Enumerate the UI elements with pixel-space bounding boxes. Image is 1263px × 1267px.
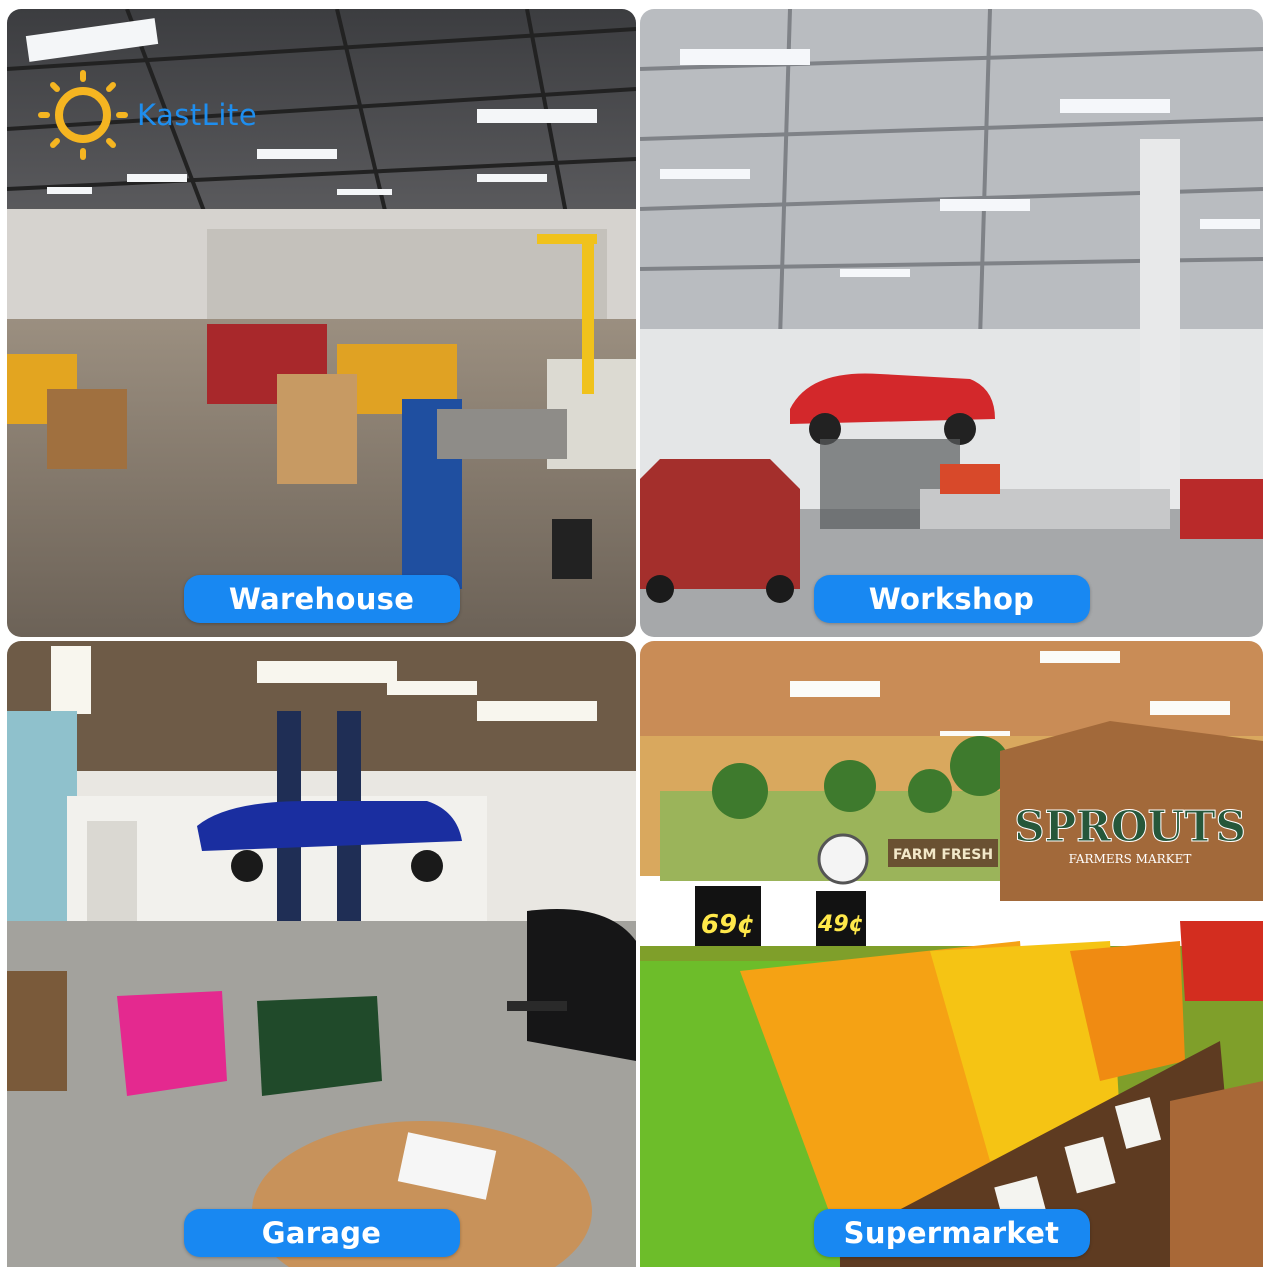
- farmers-market-sign: FARMERS MARKET: [1069, 852, 1192, 866]
- supermarket-label: Supermarket: [813, 1209, 1090, 1257]
- price-sign-oranges: 69¢: [701, 910, 755, 940]
- warehouse-tile: KastLite Warehouse: [7, 9, 636, 637]
- sprouts-sign: SPROUTS: [1014, 802, 1246, 851]
- supermarket-tile: SPROUTS FARMERS MARKET FARM FRESH 69¢ 49…: [640, 641, 1263, 1267]
- price-sign-lemons: 49¢: [817, 912, 864, 937]
- workshop-tile: Workshop: [640, 9, 1263, 637]
- sun-icon: [38, 70, 128, 160]
- workshop-label: Workshop: [813, 575, 1090, 623]
- warehouse-label: Warehouse: [183, 575, 460, 623]
- garage-label: Garage: [183, 1209, 460, 1257]
- garage-photo: [7, 641, 636, 1267]
- workshop-photo: [640, 9, 1263, 637]
- kastlite-logo: KastLite: [37, 69, 257, 161]
- farm-fresh-banner: FARM FRESH: [893, 847, 993, 863]
- garage-tile: Garage: [7, 641, 636, 1267]
- supermarket-photo: SPROUTS FARMERS MARKET FARM FRESH 69¢ 49…: [640, 641, 1263, 1267]
- application-scenes-collage: KastLite Warehouse Workshop Garage SPROU…: [0, 0, 1263, 1267]
- brand-name: KastLite: [137, 98, 258, 132]
